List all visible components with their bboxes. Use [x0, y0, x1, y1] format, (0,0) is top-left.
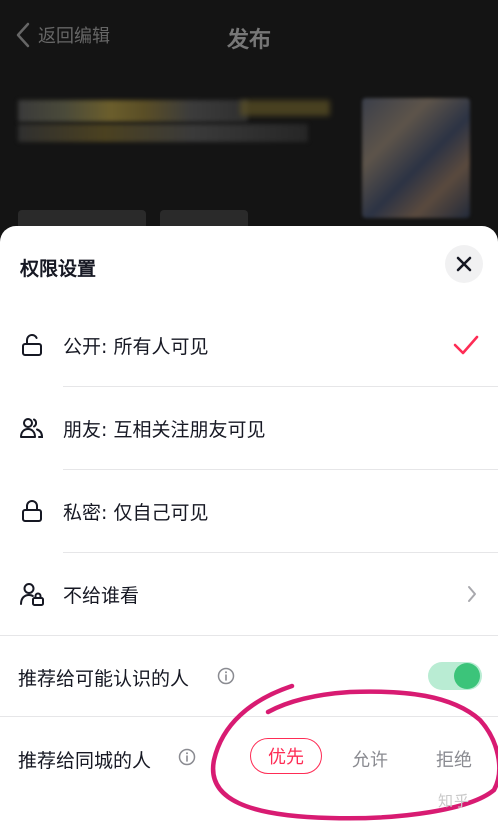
option-label: 公开: 所有人可见 — [63, 335, 209, 358]
option-private[interactable]: 私密: 仅自己可见 — [0, 470, 498, 552]
option-label: 朋友: 互相关注朋友可见 — [63, 418, 266, 441]
recommend-city-label: 推荐给同城的人 — [18, 750, 152, 772]
description-text-blurred-3 — [240, 100, 330, 116]
lock-icon — [22, 500, 42, 522]
info-icon[interactable] — [178, 748, 196, 766]
city-option-reject[interactable]: 拒绝 — [436, 746, 472, 772]
option-public[interactable]: 公开: 所有人可见 — [0, 304, 498, 386]
option-hide-from[interactable]: 不给谁看 — [0, 553, 498, 635]
watermark: 知乎 — [438, 792, 471, 810]
close-icon — [456, 256, 472, 272]
permission-sheet: 权限设置 公开: 所有人可见 朋友: 互相关注朋友可见 私密: 仅自己可见 不给… — [0, 226, 498, 822]
recommend-known-label: 推荐给可能认识的人 — [18, 668, 190, 690]
close-button[interactable] — [445, 245, 483, 283]
city-option-prefer[interactable]: 优先 — [250, 738, 322, 774]
divider — [0, 716, 498, 717]
info-icon[interactable] — [217, 667, 235, 685]
option-label: 不给谁看 — [63, 584, 140, 607]
user-lock-icon — [20, 583, 44, 606]
friends-icon — [20, 418, 44, 438]
city-option-allow[interactable]: 允许 — [352, 746, 388, 772]
checkmark-icon — [453, 335, 479, 355]
option-label: 私密: 仅自己可见 — [63, 501, 209, 524]
toggle-knob — [454, 663, 480, 689]
description-text-blurred — [18, 100, 248, 122]
unlock-icon — [22, 334, 42, 356]
chevron-right-icon — [468, 586, 476, 602]
sheet-title: 权限设置 — [20, 258, 97, 280]
recommend-known-toggle[interactable] — [428, 662, 482, 690]
page-title: 发布 — [226, 28, 271, 53]
description-text-blurred-2 — [18, 124, 308, 142]
option-friends[interactable]: 朋友: 互相关注朋友可见 — [0, 387, 498, 469]
video-thumbnail[interactable] — [362, 98, 470, 218]
header-bar: 返回编辑 发布 — [0, 0, 498, 80]
divider — [0, 635, 498, 636]
